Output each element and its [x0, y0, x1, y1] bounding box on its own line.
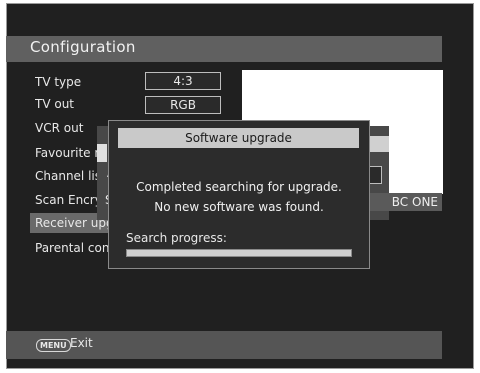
menu-key-icon[interactable]: MENU [36, 339, 71, 352]
progress-fill [127, 250, 351, 256]
dialog-message-line1: Completed searching for upgrade. [136, 180, 342, 194]
tv-out-value[interactable]: RGB [145, 96, 221, 114]
dialog-title: Software upgrade [118, 128, 359, 148]
dialog-message-line2: No new software was found. [154, 200, 324, 214]
progress-bar [126, 249, 352, 257]
channel-label: BC ONE [366, 193, 442, 211]
background-marker [97, 144, 107, 162]
page-title: Configuration [30, 38, 136, 56]
tv-type-value[interactable]: 4:3 [145, 72, 221, 90]
exit-label: Exit [70, 336, 93, 350]
progress-label: Search progress: [126, 231, 227, 245]
